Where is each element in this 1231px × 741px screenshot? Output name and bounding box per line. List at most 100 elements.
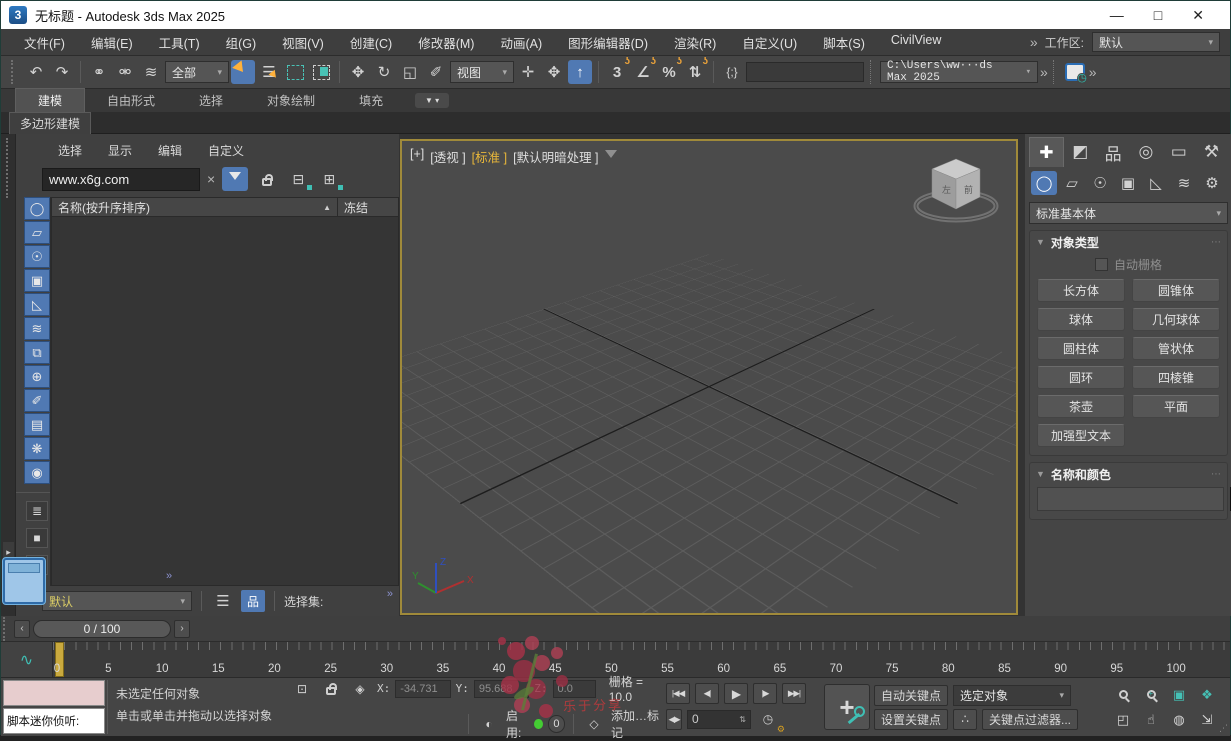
rectangular-selection-region-button[interactable] bbox=[283, 60, 307, 84]
ribbon-minimize-button[interactable]: ▼ ▾ bbox=[415, 93, 450, 108]
filter-button[interactable] bbox=[222, 167, 249, 191]
name-color-rollout-header[interactable]: ▼ 名称和颜色 ⋯ bbox=[1030, 463, 1227, 485]
select-and-link-button[interactable]: ⚭ bbox=[87, 60, 111, 84]
perspective-viewport[interactable]: [+] [透视 ] [标准 ] [默认明暗处理 ] 左 前 X Y Z bbox=[400, 139, 1018, 615]
explorer-filter-toggle[interactable]: ≋ bbox=[24, 317, 50, 340]
explorer-filter-toggle[interactable]: ▣ bbox=[24, 269, 50, 292]
go-to-end-button[interactable]: ▶▶| bbox=[782, 683, 806, 704]
select-and-move-button[interactable]: ✥ bbox=[346, 60, 370, 84]
window-crossing-toggle[interactable] bbox=[309, 60, 333, 84]
explorer-menu-item[interactable]: 选择 bbox=[58, 142, 82, 159]
explorer-list-body[interactable] bbox=[51, 217, 399, 586]
maximize-viewport-toggle[interactable]: ⇲ bbox=[1194, 708, 1220, 731]
undo-button[interactable]: ↶ bbox=[24, 60, 48, 84]
toolbar-overflow-icon[interactable]: » bbox=[1040, 64, 1048, 80]
explorer-filter-toggle[interactable]: ☉ bbox=[24, 245, 50, 268]
primitive-button[interactable]: 茶壶 bbox=[1037, 395, 1125, 418]
object-name-input[interactable] bbox=[1037, 487, 1224, 511]
zoom-region-button[interactable]: ◰ bbox=[1110, 708, 1136, 731]
go-to-start-button[interactable]: |◀◀ bbox=[666, 683, 690, 704]
snap-toggle-3d-button[interactable]: 3 bbox=[605, 56, 630, 84]
menu-item[interactable]: CivilView bbox=[878, 33, 954, 52]
viewport-layout-tab-button[interactable] bbox=[3, 558, 45, 604]
time-slider-handle[interactable]: 0 / 100 bbox=[33, 619, 171, 638]
explorer-view-mode-button[interactable]: ≣ bbox=[26, 501, 48, 521]
menu-item[interactable]: 编辑(E) bbox=[78, 33, 146, 52]
redo-button[interactable]: ↷ bbox=[50, 60, 74, 84]
play-button[interactable]: ▶ bbox=[724, 683, 748, 704]
spinner-arrows-icon[interactable]: ⇅ bbox=[739, 715, 746, 724]
listener-script-row[interactable]: 脚本迷你侦听: bbox=[3, 708, 105, 734]
zoom-all-button[interactable] bbox=[1138, 683, 1164, 706]
category-cameras-button[interactable]: ▣ bbox=[1115, 171, 1141, 195]
primitive-button[interactable]: 圆环 bbox=[1037, 366, 1125, 389]
use-pivot-center-button[interactable]: ✥ bbox=[542, 60, 566, 84]
close-button[interactable]: ✕ bbox=[1192, 7, 1204, 24]
reference-coordinate-dropdown[interactable]: 视图 ▾ bbox=[450, 61, 514, 83]
lock-explorer-button[interactable] bbox=[255, 167, 279, 191]
set-key-button[interactable]: 设置关键点 bbox=[874, 708, 949, 730]
explorer-filter-toggle[interactable]: ⧉ bbox=[24, 341, 50, 364]
bind-to-spacewarp-button[interactable]: ≋ bbox=[139, 60, 163, 84]
minimize-button[interactable]: — bbox=[1110, 7, 1124, 24]
menu-item[interactable]: 渲染(R) bbox=[661, 33, 729, 52]
explorer-filter-toggle[interactable]: ◺ bbox=[24, 293, 50, 316]
collapse-tree-button[interactable]: ⊞ bbox=[317, 167, 344, 191]
explorer-menu-item[interactable]: 编辑 bbox=[158, 142, 182, 159]
explorer-menu-item[interactable]: 自定义 bbox=[208, 142, 244, 159]
primitive-button[interactable]: 四棱锥 bbox=[1132, 366, 1220, 389]
menu-item[interactable]: 视图(V) bbox=[269, 33, 337, 52]
tab-motion[interactable]: ◎ bbox=[1129, 137, 1162, 167]
selected-filter-dropdown[interactable]: 选定对象 ▾ bbox=[953, 684, 1072, 706]
named-selection-input[interactable] bbox=[746, 62, 864, 82]
unlink-selection-button[interactable]: ⚮ bbox=[113, 60, 137, 84]
ribbon-tab[interactable]: 自由形式 bbox=[85, 89, 177, 112]
isolate-toggle-icon[interactable]: ◐ bbox=[477, 712, 501, 736]
expand-tree-button[interactable]: ⊟ bbox=[286, 167, 313, 191]
timeline-ruler[interactable]: 0 5 10 15 20 25 30 35 40 45 50 55 60 65 70 75 80 85 90 95 10… bbox=[53, 642, 1230, 677]
primitive-button[interactable]: 加强型文本 bbox=[1037, 424, 1125, 447]
previous-frame-button[interactable]: ‹ bbox=[14, 619, 30, 638]
key-mode-toggle[interactable]: ◀▶ bbox=[666, 708, 682, 730]
primitive-button[interactable]: 圆柱体 bbox=[1037, 337, 1125, 360]
tab-hierarchy[interactable]: 品 bbox=[1097, 137, 1130, 167]
menu-item[interactable]: 图形编辑器(D) bbox=[555, 33, 661, 52]
select-and-rotate-button[interactable]: ↻ bbox=[372, 60, 396, 84]
ribbon-tab[interactable]: 填充 bbox=[337, 89, 405, 112]
geometry-category-dropdown[interactable]: 标准基本体 ▾ bbox=[1029, 202, 1228, 224]
polygon-modeling-panel[interactable]: 多边形建模 bbox=[9, 111, 92, 134]
menu-overflow-icon[interactable]: » bbox=[1030, 34, 1038, 50]
menu-item[interactable]: 工具(T) bbox=[146, 33, 213, 52]
z-coordinate-field[interactable]: 0.0 bbox=[552, 679, 596, 698]
layers-icon[interactable]: ☰ bbox=[211, 589, 235, 613]
isolate-selection-icon[interactable]: ⊡ bbox=[290, 677, 314, 701]
autogrid-checkbox[interactable] bbox=[1094, 257, 1108, 271]
viewcube[interactable]: 左 前 bbox=[908, 151, 1004, 229]
use-selection-center-button[interactable]: ↑ bbox=[568, 60, 592, 84]
category-spacewarps-button[interactable]: ≋ bbox=[1171, 171, 1197, 195]
x-coordinate-field[interactable]: -34.731 bbox=[395, 679, 451, 698]
menu-item[interactable]: 文件(F) bbox=[11, 33, 78, 52]
see-through-cube-icon[interactable]: ◇ bbox=[582, 712, 606, 736]
viewport-general-menu[interactable]: [+] bbox=[410, 147, 424, 166]
explorer-view-mode-button[interactable]: ■ bbox=[26, 528, 48, 548]
mini-curve-editor-button[interactable]: ∿ bbox=[1, 642, 53, 677]
use-center-button[interactable]: ✛ bbox=[516, 60, 540, 84]
tab-modify[interactable]: ◩ bbox=[1064, 137, 1097, 167]
explorer-filter-toggle[interactable]: ▱ bbox=[24, 221, 50, 244]
primitive-button[interactable]: 几何球体 bbox=[1132, 308, 1220, 331]
window-resize-grip[interactable]: ⋰ bbox=[1219, 723, 1228, 734]
pan-hand-button[interactable]: ☝ bbox=[1138, 708, 1164, 731]
timeslider-grip[interactable] bbox=[3, 616, 8, 641]
tab-create[interactable]: ✚ bbox=[1029, 137, 1064, 167]
per-view-filter-icon[interactable] bbox=[604, 150, 617, 164]
menu-item[interactable]: 动画(A) bbox=[487, 33, 555, 52]
explorer-filter-toggle[interactable]: ▤ bbox=[24, 413, 50, 436]
next-frame-button[interactable]: |▶ bbox=[753, 683, 777, 704]
category-lights-button[interactable]: ☉ bbox=[1087, 171, 1113, 195]
menu-item[interactable]: 创建(C) bbox=[337, 33, 405, 52]
select-by-name-button[interactable]: ☰ bbox=[257, 60, 281, 84]
percent-snap-button[interactable]: % bbox=[657, 56, 682, 84]
previous-frame-button[interactable]: ◀| bbox=[695, 683, 719, 704]
primitive-button[interactable]: 平面 bbox=[1132, 395, 1220, 418]
